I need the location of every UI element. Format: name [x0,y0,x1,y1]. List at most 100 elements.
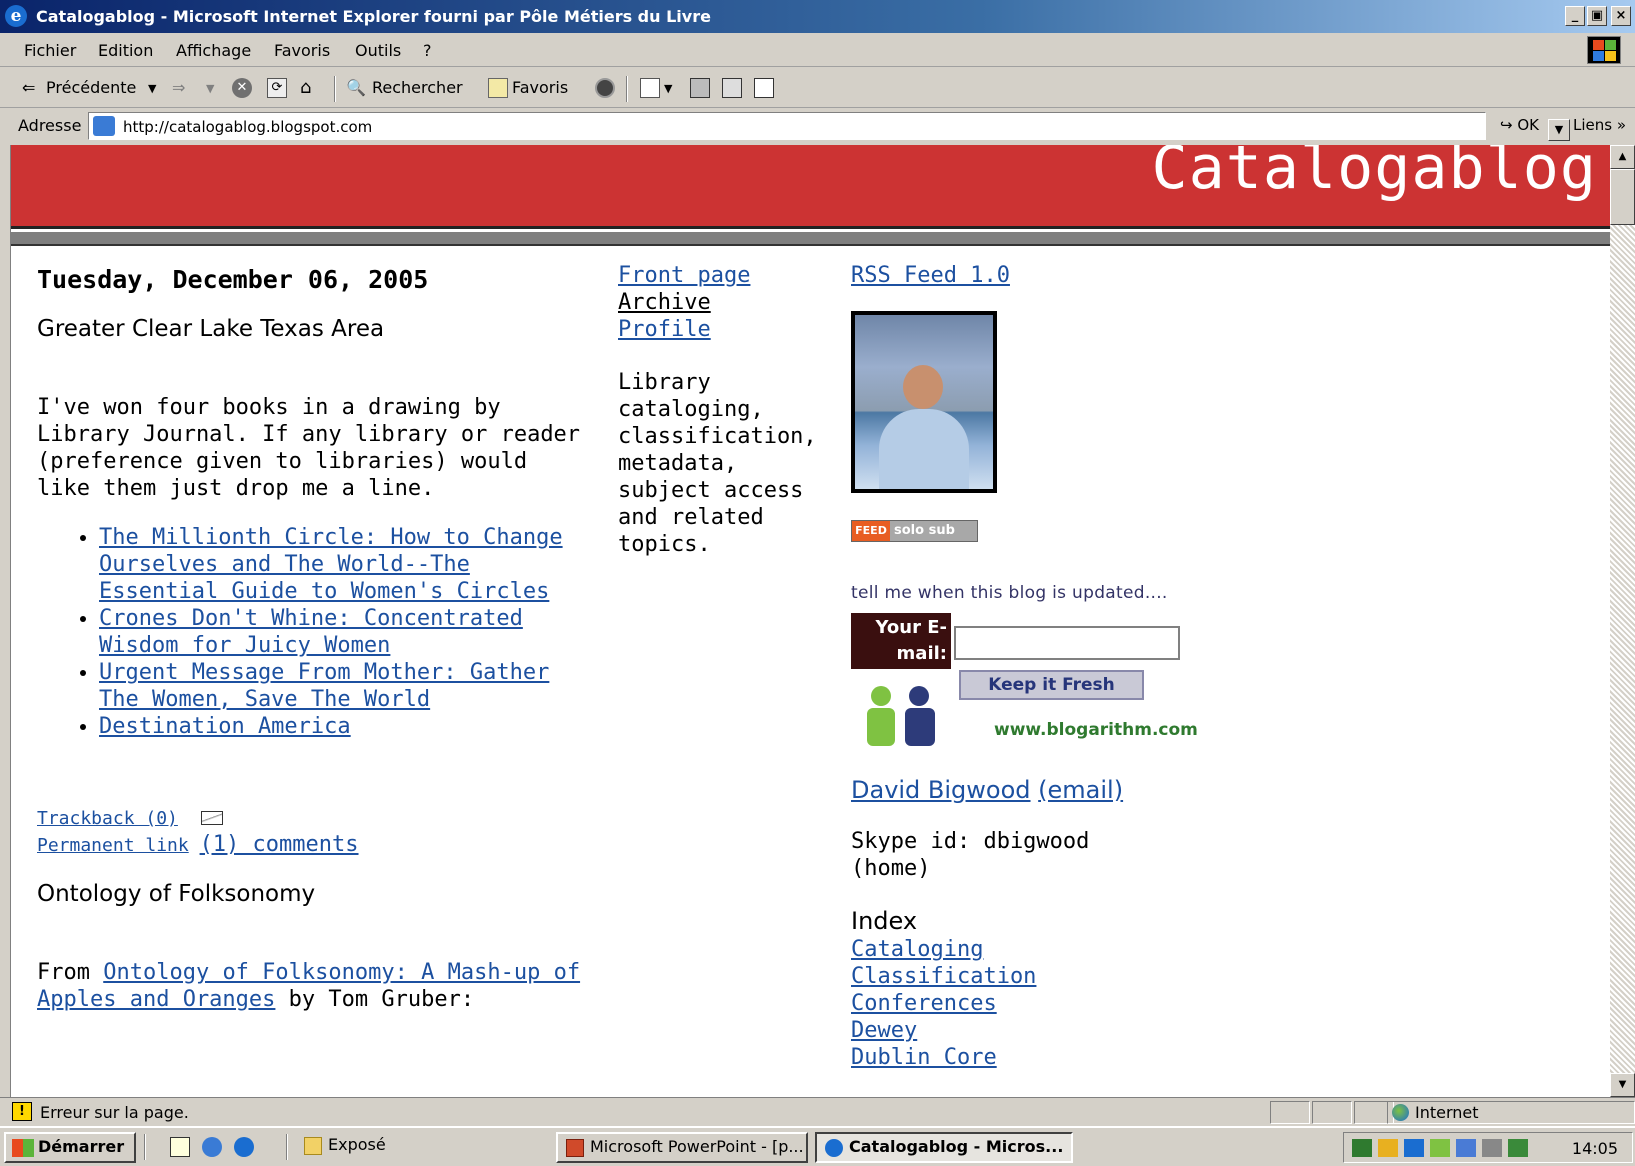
rss-feed-link[interactable]: RSS Feed 1.0 [851,262,1211,289]
nav-archive[interactable]: Archive [618,289,808,316]
list-item: Urgent Message From Mother: Gather The W… [99,659,592,713]
tray-network-icon[interactable] [1352,1139,1372,1157]
search-icon[interactable]: 🔍 [346,78,366,97]
back-button[interactable]: Précédente [46,78,136,97]
tray-monitor-icon[interactable] [1456,1139,1476,1157]
tray-rc-icon[interactable] [1404,1139,1424,1157]
author-link[interactable]: David Bigwood [851,776,1031,804]
task-catalogablog[interactable]: Catalogablog - Micros... [815,1132,1073,1163]
tray-app-icon[interactable] [1378,1139,1398,1157]
feed-badge-right: solo sub [894,523,955,538]
window-title: Catalogablog - Microsoft Internet Explor… [36,7,711,26]
vertical-scrollbar[interactable]: ▲ ▼ [1610,145,1635,1097]
start-button[interactable]: Démarrer [4,1132,136,1163]
feed-badge-left: FEED [852,521,890,541]
nav-front-page[interactable]: Front page [618,262,808,289]
menu-affichage[interactable]: Affichage [176,41,251,60]
permalink-link[interactable]: Permanent link [37,835,189,856]
task-expose[interactable]: Exposé [296,1132,530,1163]
stop-icon[interactable]: ✕ [232,78,252,98]
standard-toolbar: ⇐ Précédente ▼ ⇒ ▼ ✕ ⟳ ⌂ 🔍 Rechercher Fa… [0,68,1635,108]
blog-description: Library cataloging, classification, meta… [618,370,817,557]
book-link[interactable]: Urgent Message From Mother: Gather The W… [99,660,549,712]
nav-profile[interactable]: Profile [618,316,808,343]
discuss-icon[interactable] [754,78,774,98]
title-bar[interactable]: e Catalogablog - Microsoft Internet Expl… [0,0,1635,33]
blog-title[interactable]: Catalogablog [1152,145,1597,203]
close-button[interactable]: × [1611,6,1631,26]
forward-arrow-icon[interactable]: ⇒ [172,78,185,97]
post-date: Tuesday, December 06, 2005 [37,265,429,294]
forward-dropdown-icon[interactable]: ▼ [206,82,214,95]
index-item[interactable]: Classification [851,963,1036,990]
privacy-icon[interactable] [1312,1101,1352,1124]
search-button[interactable]: Rechercher [372,78,463,97]
links-label: Liens [1573,116,1613,134]
trackback-link[interactable]: Trackback (0) [37,808,178,829]
go-button[interactable]: ↪ OK [1500,116,1539,134]
history-icon[interactable] [640,78,660,98]
minimize-button[interactable]: _ [1565,6,1585,26]
address-input[interactable]: http://catalogablog.blogspot.com ▼ [88,112,1570,141]
menu-outils[interactable]: Outils [355,41,401,60]
banner-strip [11,232,1610,246]
warning-icon[interactable]: ! [12,1102,32,1121]
menu-edition[interactable]: Edition [98,41,153,60]
blogarithm-link[interactable]: www.blogarithm.com [994,720,1198,740]
task-label: Exposé [328,1135,386,1154]
favorites-button[interactable]: Favoris [512,78,568,97]
back-dropdown-icon[interactable]: ▼ [148,82,156,95]
menu-fichier[interactable]: Fichier [24,41,76,60]
index-item[interactable]: Dublin Core [851,1044,1036,1071]
maximize-button[interactable]: ▣ [1587,6,1607,26]
back-arrow-icon[interactable]: ⇐ [22,78,35,97]
menu-help[interactable]: ? [423,41,432,60]
blog-banner: Catalogablog [11,145,1610,229]
author-email-link[interactable]: (email) [1038,776,1123,804]
refresh-icon[interactable]: ⟳ [267,78,287,98]
status-message[interactable]: Erreur sur la page. [40,1103,189,1122]
subscribe-prompt: tell me when this blog is updated.... [851,583,1168,603]
favorites-star-icon[interactable] [488,78,508,98]
email-post-icon[interactable] [200,811,223,825]
links-button[interactable]: Liens » [1573,116,1626,134]
start-label: Démarrer [38,1137,125,1156]
blogarithm-logo-icon [859,682,945,746]
ie-quicklaunch-icon[interactable] [234,1137,254,1157]
index-list: Cataloging Classification Conferences De… [851,936,1036,1071]
task-label: Microsoft PowerPoint - [p... [590,1137,804,1156]
index-item[interactable]: Cataloging [851,936,1036,963]
volume-icon[interactable] [1482,1139,1502,1157]
scroll-up-icon[interactable]: ▲ [1610,145,1635,169]
show-desktop-icon[interactable] [170,1137,190,1157]
email-field[interactable] [954,626,1180,660]
keep-it-fresh-button[interactable]: Keep it Fresh [959,670,1144,700]
book-link[interactable]: The Millionth Circle: How to Change Ours… [99,525,563,604]
book-link[interactable]: Crones Don't Whine: Concentrated Wisdom … [99,606,523,658]
history-dropdown-icon[interactable]: ▼ [664,82,672,95]
scroll-down-icon[interactable]: ▼ [1610,1073,1635,1097]
tray-device-icon[interactable] [1508,1139,1528,1157]
taskbar: Démarrer Exposé Microsoft PowerPoint - [… [0,1126,1635,1166]
book-list: The Millionth Circle: How to Change Ours… [99,524,592,740]
menu-favoris[interactable]: Favoris [274,41,330,60]
address-url[interactable]: http://catalogablog.blogspot.com [123,118,372,136]
task-powerpoint[interactable]: Microsoft PowerPoint - [p... [556,1132,808,1163]
edit-icon[interactable] [722,78,742,98]
feed-badge[interactable]: FEED solo sub [851,520,978,542]
index-item[interactable]: Conferences [851,990,1036,1017]
ie-task-icon [825,1139,843,1157]
scroll-thumb[interactable] [1610,169,1635,225]
book-link[interactable]: Destination America [99,714,351,739]
main-column: Tuesday, December 06, 2005 Greater Clear… [37,265,592,1013]
home-icon[interactable]: ⌂ [300,78,320,98]
comments-link[interactable]: (1) comments [200,832,359,857]
tray-connection-icon[interactable] [1430,1139,1450,1157]
post-footer: Trackback (0) Permanent link (1) comment… [37,806,592,859]
index-item[interactable]: Dewey [851,1017,1036,1044]
print-icon[interactable] [690,78,710,98]
address-dropdown-icon[interactable]: ▼ [1548,119,1570,141]
outlook-icon[interactable] [202,1137,222,1157]
clock[interactable]: 14:05 [1572,1139,1618,1158]
media-icon[interactable] [595,78,615,98]
